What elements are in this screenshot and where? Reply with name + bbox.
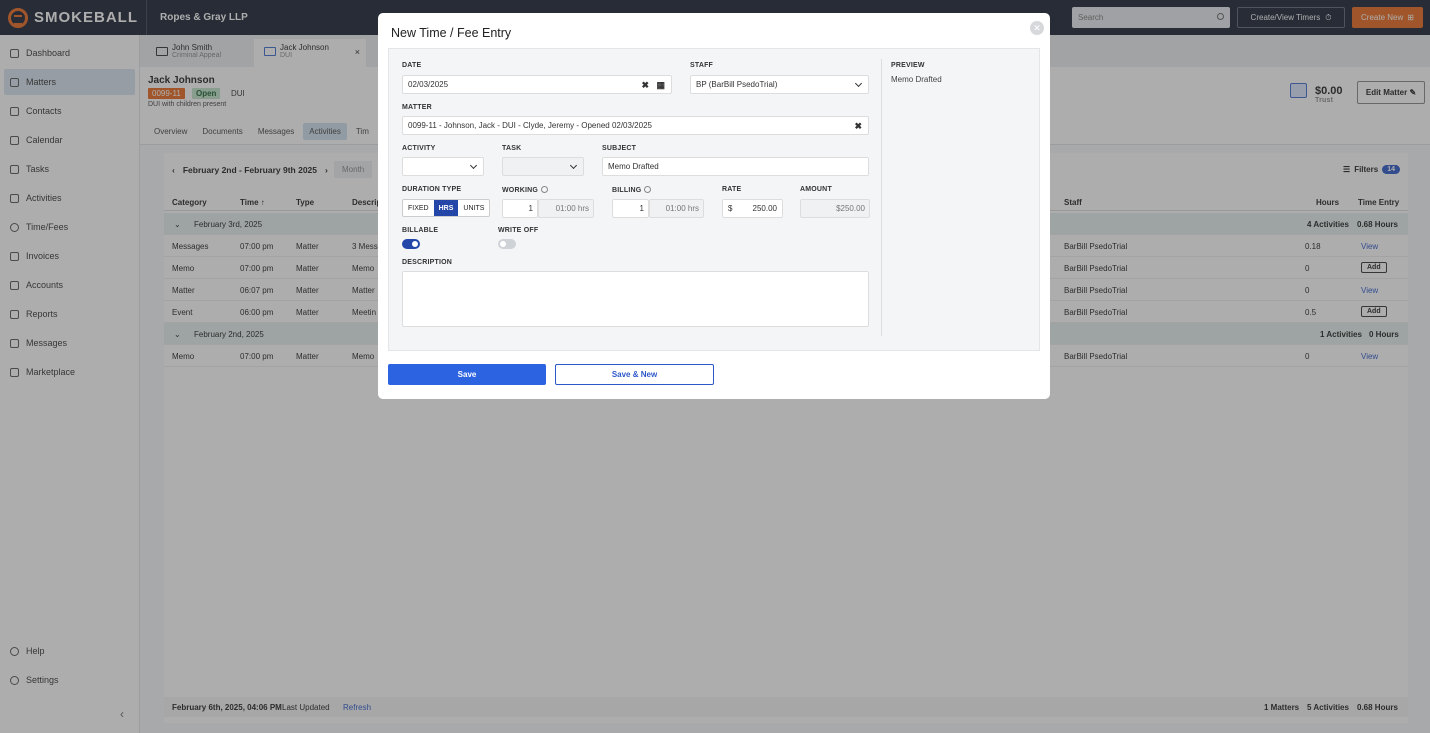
date-field[interactable]: 02/03/2025 ✖ ▦	[402, 75, 672, 94]
billing-hrs-value: 01:00 hrs	[665, 204, 699, 213]
chevron-down-icon	[469, 161, 478, 170]
rate-value: 250.00	[752, 204, 777, 213]
description-label: DESCRIPTION	[402, 259, 453, 266]
matter-field[interactable]: 0099-11 - Johnson, Jack - DUI - Clyde, J…	[402, 116, 869, 135]
subject-value: Memo Drafted	[608, 162, 659, 171]
clear-date-icon[interactable]: ✖	[641, 80, 649, 91]
billing-input[interactable]: 1	[612, 199, 649, 218]
amount-value: $250.00	[836, 204, 865, 213]
save-button[interactable]: Save	[388, 364, 546, 385]
duration-units-option[interactable]: UNITS	[458, 200, 489, 216]
staff-value: BP (BarBill PsedoTrial)	[696, 80, 778, 89]
save-and-new-button[interactable]: Save & New	[555, 364, 714, 385]
staff-select[interactable]: BP (BarBill PsedoTrial)	[690, 75, 869, 94]
preview-label: PREVIEW	[891, 62, 925, 69]
task-label: TASK	[502, 145, 522, 152]
billable-label: BILLABLE	[402, 227, 439, 234]
chevron-down-icon	[569, 161, 578, 170]
staff-label: STAFF	[690, 62, 714, 69]
matter-value: 0099-11 - Johnson, Jack - DUI - Clyde, J…	[408, 121, 652, 130]
billing-hrs-display: 01:00 hrs	[649, 199, 704, 218]
billing-label: BILLING	[612, 186, 652, 194]
working-value: 1	[528, 204, 533, 213]
billing-value: 1	[639, 204, 644, 213]
duration-hrs-option[interactable]: HRS	[433, 200, 459, 216]
working-label-text: WORKING	[502, 187, 539, 194]
subject-input[interactable]: Memo Drafted	[602, 157, 869, 176]
task-select[interactable]	[502, 157, 584, 176]
billable-toggle[interactable]	[402, 239, 420, 249]
working-label: WORKING	[502, 186, 549, 194]
rate-label: RATE	[722, 186, 742, 193]
duration-type-label: DURATION TYPE	[402, 186, 462, 193]
close-icon[interactable]: ✕	[1030, 21, 1044, 35]
activity-select[interactable]	[402, 157, 484, 176]
info-icon[interactable]	[541, 186, 549, 193]
calendar-icon[interactable]: ▦	[656, 80, 665, 91]
preview-divider	[881, 59, 882, 336]
time-fee-entry-modal: New Time / Fee Entry ✕ DATE 02/03/2025 ✖…	[378, 13, 1050, 399]
toggle-knob	[412, 241, 418, 247]
write-off-toggle[interactable]	[498, 239, 516, 249]
modal-title: New Time / Fee Entry	[391, 26, 512, 40]
amount-display: $250.00	[800, 199, 870, 218]
working-hrs-value: 01:00 hrs	[555, 204, 589, 213]
rate-currency: $	[728, 204, 733, 213]
clear-matter-icon[interactable]: ✖	[854, 121, 862, 132]
description-textarea[interactable]	[402, 271, 869, 327]
date-value: 02/03/2025	[408, 80, 449, 89]
date-label: DATE	[402, 62, 422, 69]
activity-label: ACTIVITY	[402, 145, 436, 152]
info-icon[interactable]	[644, 186, 652, 193]
subject-label: SUBJECT	[602, 145, 637, 152]
duration-fixed-option[interactable]: FIXED	[403, 200, 434, 216]
rate-input[interactable]: $250.00	[722, 199, 783, 218]
billing-label-text: BILLING	[612, 187, 642, 194]
duration-type-toggle: FIXED HRS UNITS	[402, 199, 491, 217]
toggle-knob	[500, 241, 506, 247]
matter-label: MATTER	[402, 104, 432, 111]
preview-text: Memo Drafted	[891, 75, 942, 84]
working-input[interactable]: 1	[502, 199, 538, 218]
chevron-down-icon	[854, 79, 863, 88]
working-hrs-display: 01:00 hrs	[538, 199, 594, 218]
amount-label: AMOUNT	[800, 186, 832, 193]
modal-form: DATE 02/03/2025 ✖ ▦ STAFF BP (BarBill Ps…	[388, 48, 1040, 351]
write-off-label: WRITE OFF	[498, 227, 539, 234]
